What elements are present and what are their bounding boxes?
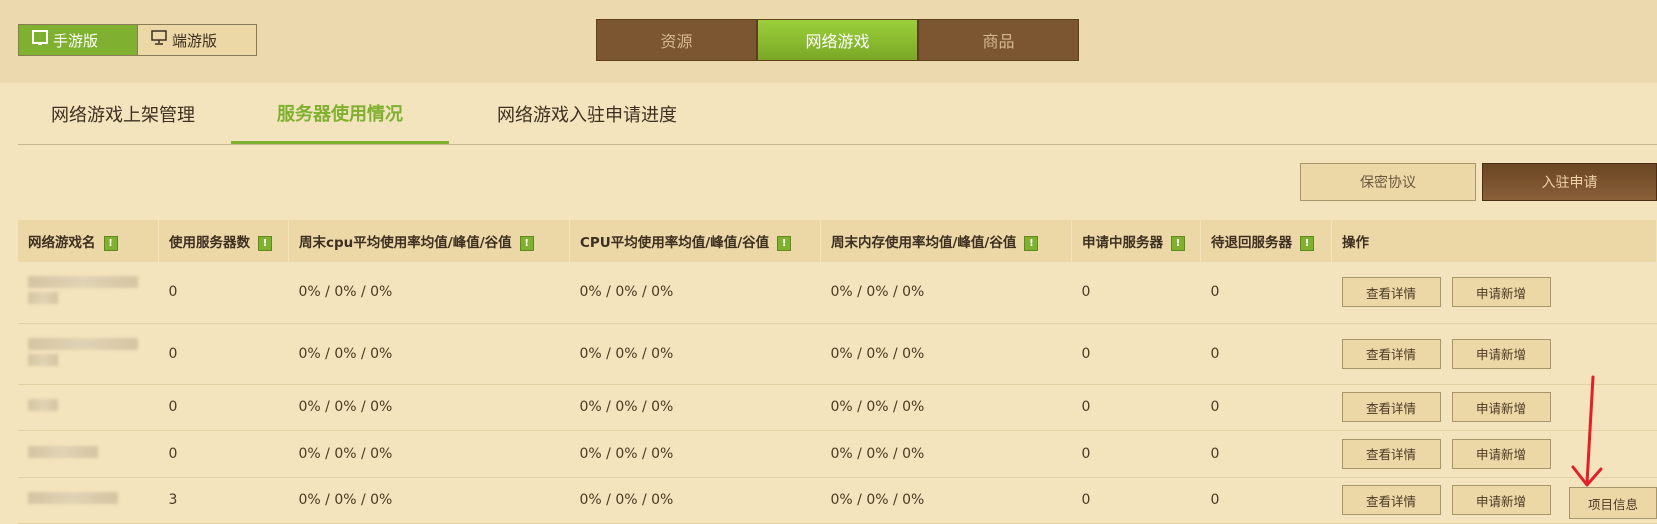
returning-cell: 0 — [1200, 477, 1332, 524]
cpu-cell: 0% / 0% / 0% — [569, 323, 821, 385]
project-info-button[interactable]: 项目信息 — [1569, 487, 1657, 519]
cpu-cell: 0% / 0% / 0% — [569, 477, 821, 524]
col-operations: 操作 — [1331, 220, 1657, 262]
apply-add-button[interactable]: 申请新增 — [1451, 485, 1551, 515]
returning-cell: 0 — [1200, 323, 1332, 385]
table-row: 0 0% / 0% / 0% 0% / 0% / 0% 0% / 0% / 0%… — [18, 323, 1657, 385]
weekend-cpu-cell: 0% / 0% / 0% — [288, 384, 570, 431]
game-name-cell — [18, 384, 159, 431]
platform-switch: 手游版 端游版 — [18, 24, 257, 56]
col-applying-servers: 申请中服务器! — [1071, 220, 1201, 262]
weekend-memory-cell: 0% / 0% / 0% — [820, 477, 1072, 524]
weekend-cpu-cell: 0% / 0% / 0% — [288, 262, 570, 324]
table-row: 0 0% / 0% / 0% 0% / 0% / 0% 0% / 0% / 0%… — [18, 384, 1657, 431]
view-details-button[interactable]: 查看详情 — [1341, 438, 1441, 469]
apply-button[interactable]: 入驻申请 — [1482, 163, 1657, 201]
weekend-cpu-cell: 0% / 0% / 0% — [288, 323, 570, 385]
game-name-cell — [18, 323, 159, 385]
info-icon[interactable]: ! — [103, 235, 118, 251]
cpu-cell: 0% / 0% / 0% — [569, 384, 821, 431]
info-icon[interactable]: ! — [258, 235, 272, 251]
info-icon[interactable]: ! — [1171, 235, 1185, 251]
apply-add-button[interactable]: 申请新增 — [1451, 338, 1551, 369]
tab-resources[interactable]: 资源 — [596, 19, 757, 61]
category-tabs: 资源 网络游戏 商品 — [596, 19, 1079, 61]
table-row: 0 0% / 0% / 0% 0% / 0% / 0% 0% / 0% / 0%… — [18, 262, 1657, 324]
operations-cell: 查看详情 申请新增 — [1331, 430, 1657, 478]
red-arrow-annotation — [1571, 375, 1603, 487]
redacted-name — [28, 276, 138, 289]
subtab-application-progress[interactable]: 网络游戏入驻申请进度 — [462, 84, 712, 144]
info-icon[interactable]: ! — [1300, 235, 1314, 251]
server-count-cell: 0 — [158, 430, 289, 478]
col-server-count: 使用服务器数! — [158, 220, 289, 262]
weekend-memory-cell: 0% / 0% / 0% — [820, 323, 1072, 385]
redacted-name — [28, 337, 138, 350]
tab-online-games[interactable]: 网络游戏 — [757, 19, 918, 61]
applying-cell: 0 — [1071, 384, 1201, 431]
operations-cell: 查看详情 申请新增 — [1331, 323, 1657, 385]
view-details-button[interactable]: 查看详情 — [1341, 277, 1441, 308]
applying-cell: 0 — [1071, 323, 1201, 385]
apply-add-button[interactable]: 申请新增 — [1451, 438, 1551, 469]
weekend-cpu-cell: 0% / 0% / 0% — [288, 430, 570, 478]
subtab-listing-management[interactable]: 网络游戏上架管理 — [18, 84, 228, 144]
cpu-cell: 0% / 0% / 0% — [569, 262, 821, 324]
operations-cell: 查看详情 申请新增 — [1331, 384, 1657, 431]
apply-add-button[interactable]: 申请新增 — [1451, 392, 1551, 422]
applying-cell: 0 — [1071, 477, 1201, 524]
tab-goods[interactable]: 商品 — [918, 19, 1079, 61]
weekend-memory-cell: 0% / 0% / 0% — [820, 384, 1072, 431]
info-icon[interactable]: ! — [1024, 235, 1039, 251]
pc-version-label: 端游版 — [172, 31, 218, 50]
redacted-name — [28, 292, 58, 305]
redacted-name — [28, 353, 58, 366]
col-game-name: 网络游戏名! — [18, 220, 159, 262]
sub-tabs: 网络游戏上架管理 服务器使用情况 网络游戏入驻申请进度 — [18, 84, 1657, 145]
view-details-button[interactable]: 查看详情 — [1341, 392, 1441, 422]
operations-cell: 查看详情 申请新增 — [1331, 262, 1657, 324]
redacted-name — [28, 492, 118, 504]
col-weekend-cpu: 周末cpu平均使用率均值/峰值/谷值! — [288, 220, 570, 262]
view-details-button[interactable]: 查看详情 — [1341, 338, 1441, 369]
mobile-version-label: 手游版 — [53, 31, 99, 50]
weekend-memory-cell: 0% / 0% / 0% — [820, 430, 1072, 478]
tablet-icon — [31, 30, 49, 50]
weekend-memory-cell: 0% / 0% / 0% — [820, 262, 1072, 324]
cpu-cell: 0% / 0% / 0% — [569, 430, 821, 478]
table-row: 3 0% / 0% / 0% 0% / 0% / 0% 0% / 0% / 0%… — [18, 477, 1657, 524]
server-count-cell: 0 — [158, 323, 289, 385]
weekend-cpu-cell: 0% / 0% / 0% — [288, 477, 570, 524]
monitor-icon — [150, 30, 168, 50]
col-cpu: CPU平均使用率均值/峰值/谷值! — [569, 220, 821, 262]
returning-cell: 0 — [1200, 384, 1332, 431]
applying-cell: 0 — [1071, 262, 1201, 324]
redacted-name — [28, 399, 58, 411]
table-row: 0 0% / 0% / 0% 0% / 0% / 0% 0% / 0% / 0%… — [18, 430, 1657, 478]
redacted-name — [28, 445, 98, 458]
returning-cell: 0 — [1200, 430, 1332, 478]
table-header-row: 网络游戏名! 使用服务器数! 周末cpu平均使用率均值/峰值/谷值! CPU平均… — [18, 220, 1657, 262]
col-weekend-memory: 周末内存使用率均值/峰值/谷值! — [820, 220, 1072, 262]
nda-button[interactable]: 保密协议 — [1300, 163, 1476, 201]
info-icon[interactable]: ! — [777, 235, 792, 251]
server-count-cell: 0 — [158, 262, 289, 324]
col-returning-servers: 待退回服务器! — [1200, 220, 1332, 262]
server-usage-table: 网络游戏名! 使用服务器数! 周末cpu平均使用率均值/峰值/谷值! CPU平均… — [18, 220, 1657, 524]
game-name-cell — [18, 477, 159, 524]
apply-add-button[interactable]: 申请新增 — [1451, 277, 1551, 308]
returning-cell: 0 — [1200, 262, 1332, 324]
mobile-version-button[interactable]: 手游版 — [19, 25, 137, 55]
view-details-button[interactable]: 查看详情 — [1341, 485, 1441, 515]
server-count-cell: 0 — [158, 384, 289, 431]
pc-version-button[interactable]: 端游版 — [137, 25, 256, 55]
game-name-cell — [18, 262, 159, 324]
applying-cell: 0 — [1071, 430, 1201, 478]
game-name-cell — [18, 430, 159, 478]
server-count-cell: 3 — [158, 477, 289, 524]
info-icon[interactable]: ! — [519, 235, 534, 251]
subtab-server-usage[interactable]: 服务器使用情况 — [231, 84, 449, 144]
